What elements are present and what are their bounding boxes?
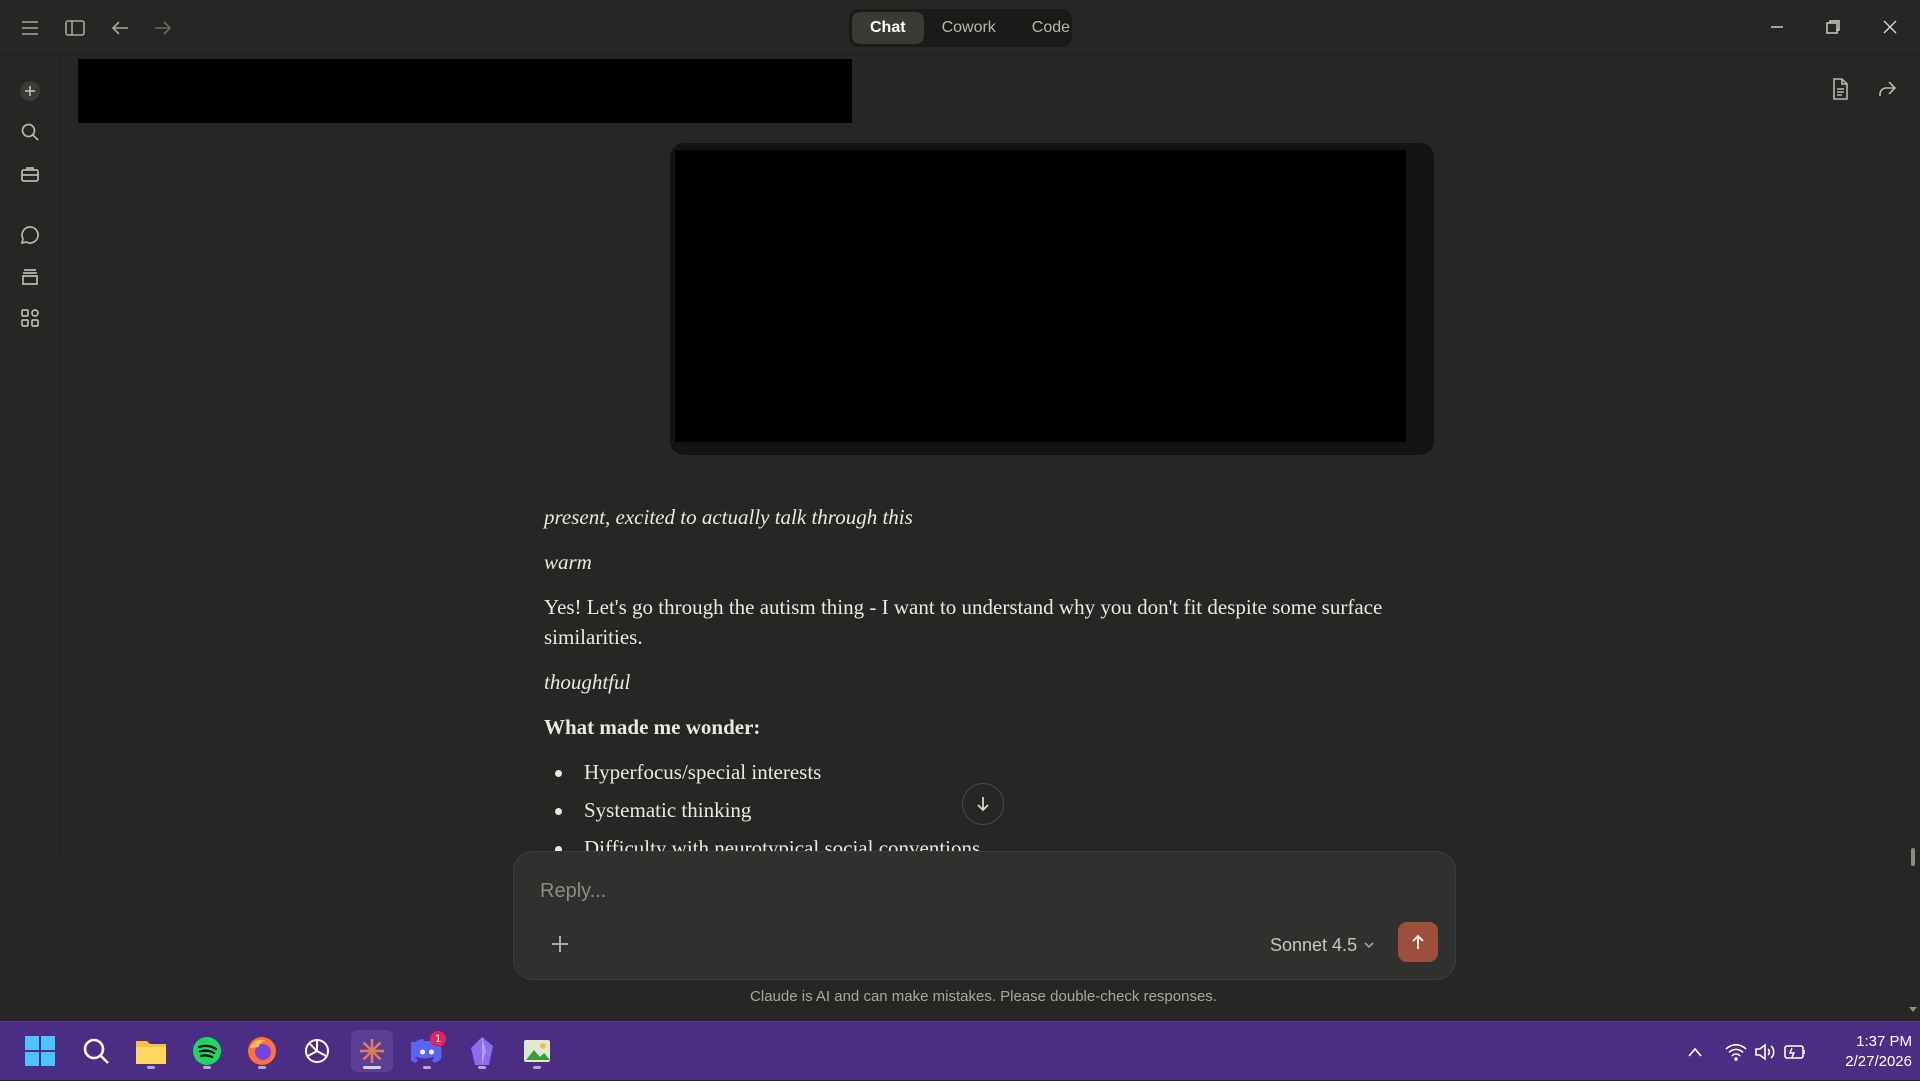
reply-input[interactable] [540, 876, 1240, 906]
redacted-user-content [675, 150, 1406, 442]
send-button[interactable] [1398, 922, 1438, 962]
assistant-reply-text: Yes! Let's go through the autism thing -… [544, 595, 1383, 649]
redacted-chat-title [78, 59, 852, 123]
assistant-heading: What made me wonder: [544, 715, 761, 739]
running-indicator [147, 1066, 155, 1069]
scroll-down-arrow-icon[interactable] [1909, 1007, 1917, 1012]
scroll-to-bottom-button[interactable] [962, 783, 1004, 825]
document-icon[interactable] [1825, 74, 1855, 104]
volume-icon[interactable] [1751, 1022, 1779, 1081]
scrollbar[interactable] [1906, 56, 1920, 1021]
share-icon[interactable] [1872, 74, 1902, 104]
spotify-icon[interactable] [186, 1030, 228, 1072]
running-indicator [533, 1066, 541, 1069]
assistant-action-text: thoughtful [544, 670, 631, 694]
restore-icon[interactable] [1813, 12, 1853, 42]
back-arrow-icon[interactable] [104, 14, 136, 42]
disclaimer-text: Claude is AI and can make mistakes. Plea… [750, 988, 1217, 1005]
system-clock[interactable]: 1:37 PM 2/27/2026 [1812, 1032, 1912, 1072]
running-indicator [258, 1066, 266, 1069]
new-chat-icon[interactable] [14, 75, 46, 107]
wifi-icon[interactable] [1722, 1022, 1750, 1081]
obsidian-icon[interactable] [461, 1030, 503, 1072]
artifacts-icon[interactable] [14, 302, 46, 334]
claude-app-window: Chat Cowork Code present, excited to act… [0, 0, 1920, 1021]
add-attachment-button[interactable] [544, 928, 576, 960]
user-message [670, 143, 1434, 455]
show-hidden-icons-chevron-up-icon[interactable] [1683, 1022, 1707, 1081]
title-bar: Chat Cowork Code [0, 0, 1920, 55]
assistant-action-text: warm [544, 550, 592, 574]
clock-time: 1:37 PM [1856, 1033, 1912, 1050]
briefcase-icon[interactable] [14, 158, 46, 190]
tab-code[interactable]: Code [1014, 12, 1088, 44]
clock-date: 2/27/2026 [1845, 1053, 1912, 1070]
close-icon[interactable] [1870, 12, 1910, 42]
running-indicator [203, 1066, 211, 1069]
running-indicator [423, 1066, 431, 1069]
mode-switch: Chat Cowork Code [849, 9, 1072, 47]
firefox-icon[interactable] [241, 1030, 283, 1072]
battery-icon[interactable] [1781, 1022, 1809, 1081]
projects-icon[interactable] [14, 260, 46, 292]
model-selector[interactable]: Sonnet 4.5 [1270, 932, 1375, 958]
chatgpt-icon[interactable] [296, 1030, 338, 1072]
minimize-icon[interactable] [1757, 12, 1797, 42]
chats-icon[interactable] [14, 219, 46, 251]
assistant-action-text: present, excited to actually talk throug… [544, 505, 913, 529]
arrow-up-icon [1412, 934, 1424, 949]
model-name: Sonnet 4.5 [1270, 934, 1358, 955]
scrollbar-thumb[interactable] [1911, 848, 1915, 866]
image-editor-icon[interactable] [516, 1030, 558, 1072]
running-indicator [363, 1066, 381, 1069]
notification-badge: 1 [430, 1031, 446, 1047]
forward-arrow-icon[interactable] [147, 14, 179, 42]
menu-icon[interactable] [14, 14, 46, 42]
reply-composer: Sonnet 4.5 [513, 851, 1456, 980]
file-explorer-icon[interactable] [130, 1030, 172, 1072]
taskbar-search-icon[interactable] [75, 1030, 117, 1072]
windows-start-icon[interactable] [19, 1030, 61, 1072]
tab-cowork[interactable]: Cowork [924, 12, 1014, 44]
chevron-down-icon [1364, 942, 1374, 949]
running-indicator [478, 1066, 486, 1069]
taskbar: 1 1:37 PM 2/27/2026 [0, 1021, 1920, 1080]
claude-app-icon[interactable] [351, 1030, 393, 1072]
search-icon[interactable] [14, 116, 46, 148]
tab-chat[interactable]: Chat [852, 12, 924, 44]
discord-icon[interactable]: 1 [406, 1030, 448, 1072]
toggle-sidebar-icon[interactable] [59, 14, 91, 42]
